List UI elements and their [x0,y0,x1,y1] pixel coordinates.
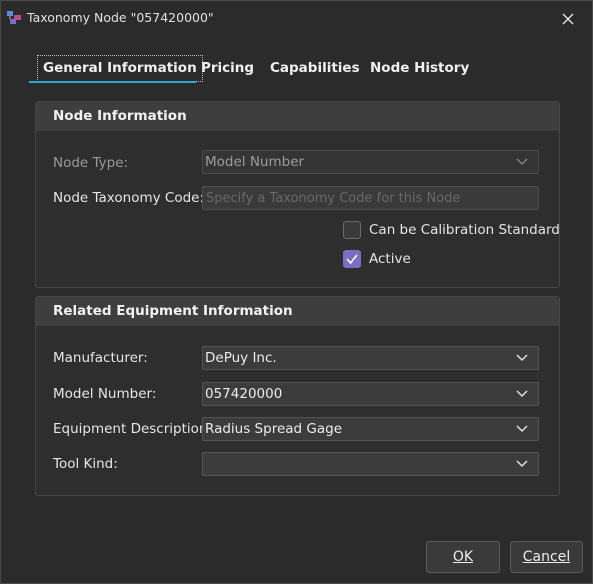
tab-pricing[interactable]: Pricing [195,55,260,82]
chevron-down-icon [516,158,528,165]
model-number-select[interactable]: 057420000 [202,382,539,406]
close-icon [562,13,574,25]
manufacturer-value: DePuy Inc. [205,350,277,366]
dialog-window: Taxonomy Node "057420000" General Inform… [0,0,593,584]
active-checkbox-label: Active [369,251,411,267]
taxonomy-app-icon [7,11,21,24]
close-button[interactable] [554,7,582,31]
calibration-checkbox-box[interactable] [343,221,361,239]
title-bar: Taxonomy Node "057420000" [1,1,592,35]
chevron-down-icon [516,354,528,362]
ok-button[interactable]: OK [426,541,500,573]
active-checkbox-box[interactable] [343,250,361,268]
node-type-value: Model Number [205,154,305,170]
manufacturer-select[interactable]: DePuy Inc. [202,346,539,370]
tool-kind-select[interactable] [202,452,539,476]
tool-kind-label: Tool Kind: [53,456,118,472]
node-type-select: Model Number [202,150,539,174]
related-equipment-group: Related Equipment Information Manufactur… [35,296,560,496]
chevron-down-icon [516,460,528,468]
active-tab-indicator [29,81,196,83]
node-information-header: Node Information [36,102,559,131]
active-checkbox[interactable]: Active [343,250,423,270]
model-number-value: 057420000 [205,386,283,402]
taxonomy-code-input[interactable] [202,186,539,210]
chevron-down-icon [516,390,528,398]
check-icon [346,254,358,265]
calibration-checkbox-label: Can be Calibration Standard [369,222,560,238]
equipment-description-select[interactable]: Radius Spread Gage [202,417,539,441]
node-type-label: Node Type: [53,155,129,171]
equipment-description-label: Equipment Description: [53,421,213,437]
ok-button-label: OK [452,549,474,565]
calibration-standard-checkbox[interactable]: Can be Calibration Standard [343,221,563,241]
tab-capabilities[interactable]: Capabilities [264,55,366,82]
taxonomy-code-label: Node Taxonomy Code: [53,190,204,206]
chevron-down-icon [516,425,528,433]
tab-general-information[interactable]: General Information [37,55,203,82]
model-number-label: Model Number: [53,386,157,402]
window-title: Taxonomy Node "057420000" [27,10,214,25]
cancel-button[interactable]: Cancel [510,541,583,573]
related-equipment-header: Related Equipment Information [36,297,559,326]
equipment-description-value: Radius Spread Gage [205,421,342,437]
tab-node-history[interactable]: Node History [364,55,475,82]
manufacturer-label: Manufacturer: [53,350,148,366]
node-information-group: Node Information Node Type: Model Number… [35,101,560,288]
cancel-button-label: Cancel [522,549,571,565]
